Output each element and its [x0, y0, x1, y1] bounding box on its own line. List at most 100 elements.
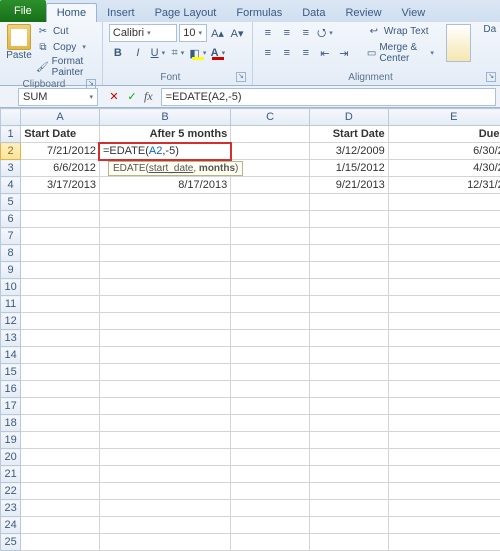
cell-A20[interactable] — [21, 449, 100, 466]
font-family-select[interactable]: Calibri▾ — [109, 24, 177, 42]
cell-C20[interactable] — [231, 449, 310, 466]
cell-D24[interactable] — [309, 517, 388, 534]
cell-A18[interactable] — [21, 415, 100, 432]
decrease-indent-button[interactable]: ⇤ — [316, 44, 334, 62]
cell-C17[interactable] — [231, 398, 310, 415]
align-center-button[interactable]: ≡ — [278, 44, 296, 62]
row-header-21[interactable]: 21 — [1, 466, 21, 483]
cell-C22[interactable] — [231, 483, 310, 500]
row-header-5[interactable]: 5 — [1, 194, 21, 211]
row-header-3[interactable]: 3 — [1, 160, 21, 177]
cell-B10[interactable] — [99, 279, 230, 296]
bold-button[interactable]: B — [109, 44, 127, 62]
col-header-A[interactable]: A — [21, 109, 100, 126]
cell-E10[interactable] — [388, 279, 500, 296]
paste-button[interactable]: Paste — [6, 24, 32, 61]
cell-D8[interactable] — [309, 245, 388, 262]
cell-E12[interactable] — [388, 313, 500, 330]
format-painter-button[interactable]: 🖌 Format Painter — [36, 56, 96, 78]
align-middle-button[interactable]: ≡ — [278, 24, 296, 42]
cell-D14[interactable] — [309, 347, 388, 364]
cell-E18[interactable] — [388, 415, 500, 432]
cell-B21[interactable] — [99, 466, 230, 483]
row-header-17[interactable]: 17 — [1, 398, 21, 415]
cell-B20[interactable] — [99, 449, 230, 466]
wrap-text-button[interactable]: ↩ Wrap Text — [367, 24, 434, 38]
enter-formula-button[interactable]: ✓ — [124, 89, 140, 105]
cell-C13[interactable] — [231, 330, 310, 347]
cell-E8[interactable] — [388, 245, 500, 262]
cut-button[interactable]: ✂ Cut — [36, 24, 96, 38]
cell-B15[interactable] — [99, 364, 230, 381]
align-bottom-button[interactable]: ≡ — [297, 24, 315, 42]
cell-E21[interactable] — [388, 466, 500, 483]
cell-E24[interactable] — [388, 517, 500, 534]
cell-B16[interactable] — [99, 381, 230, 398]
cell-C19[interactable] — [231, 432, 310, 449]
borders-button[interactable]: ⌗▾ — [169, 44, 187, 62]
cell-A6[interactable] — [21, 211, 100, 228]
worksheet-grid[interactable]: A B C D E 1Start DateAfter 5 monthsStart… — [0, 108, 500, 551]
cell-D22[interactable] — [309, 483, 388, 500]
cell-E17[interactable] — [388, 398, 500, 415]
row-header-4[interactable]: 4 — [1, 177, 21, 194]
cell-C1[interactable] — [231, 126, 310, 143]
cell-E22[interactable] — [388, 483, 500, 500]
cell-A17[interactable] — [21, 398, 100, 415]
cell-B5[interactable] — [99, 194, 230, 211]
align-top-button[interactable]: ≡ — [259, 24, 277, 42]
cell-A8[interactable] — [21, 245, 100, 262]
cell-A11[interactable] — [21, 296, 100, 313]
dialog-launcher-icon[interactable]: ↘ — [486, 72, 496, 82]
cell-E4[interactable]: 12/31/201 — [388, 177, 500, 194]
cell-C23[interactable] — [231, 500, 310, 517]
align-right-button[interactable]: ≡ — [297, 44, 315, 62]
row-header-22[interactable]: 22 — [1, 483, 21, 500]
cell-A15[interactable] — [21, 364, 100, 381]
cell-C9[interactable] — [231, 262, 310, 279]
cell-B12[interactable] — [99, 313, 230, 330]
cell-E3[interactable]: 4/30/201 — [388, 160, 500, 177]
cell-D1[interactable]: Start Date — [309, 126, 388, 143]
row-header-8[interactable]: 8 — [1, 245, 21, 262]
cell-B4[interactable]: 8/17/2013 — [99, 177, 230, 194]
cell-D7[interactable] — [309, 228, 388, 245]
row-header-16[interactable]: 16 — [1, 381, 21, 398]
col-header-C[interactable]: C — [231, 109, 310, 126]
cell-D17[interactable] — [309, 398, 388, 415]
cell-A7[interactable] — [21, 228, 100, 245]
file-tab[interactable]: File — [0, 0, 46, 22]
cell-A19[interactable] — [21, 432, 100, 449]
cell-A5[interactable] — [21, 194, 100, 211]
row-header-23[interactable]: 23 — [1, 500, 21, 517]
italic-button[interactable]: I — [129, 44, 147, 62]
tab-insert[interactable]: Insert — [97, 4, 145, 22]
cell-D20[interactable] — [309, 449, 388, 466]
row-header-12[interactable]: 12 — [1, 313, 21, 330]
cell-E16[interactable] — [388, 381, 500, 398]
col-header-B[interactable]: B — [99, 109, 230, 126]
cell-A9[interactable] — [21, 262, 100, 279]
cell-D23[interactable] — [309, 500, 388, 517]
cell-E6[interactable] — [388, 211, 500, 228]
cell-B23[interactable] — [99, 500, 230, 517]
cell-C11[interactable] — [231, 296, 310, 313]
cell-D6[interactable] — [309, 211, 388, 228]
cell-C7[interactable] — [231, 228, 310, 245]
tab-view[interactable]: View — [392, 4, 436, 22]
fx-icon[interactable]: fx — [142, 89, 157, 104]
cell-B9[interactable] — [99, 262, 230, 279]
cell-C6[interactable] — [231, 211, 310, 228]
underline-button[interactable]: U▾ — [149, 44, 167, 62]
cell-C21[interactable] — [231, 466, 310, 483]
cell-E15[interactable] — [388, 364, 500, 381]
cell-E1[interactable]: Due on — [388, 126, 500, 143]
cell-E25[interactable] — [388, 534, 500, 551]
cell-E2[interactable]: 6/30/200 — [388, 143, 500, 160]
cell-B17[interactable] — [99, 398, 230, 415]
row-header-1[interactable]: 1 — [1, 126, 21, 143]
orientation-button[interactable]: ⭯▾ — [316, 24, 334, 42]
font-color-button[interactable]: A ▾ — [209, 44, 227, 62]
cell-B19[interactable] — [99, 432, 230, 449]
cell-E13[interactable] — [388, 330, 500, 347]
